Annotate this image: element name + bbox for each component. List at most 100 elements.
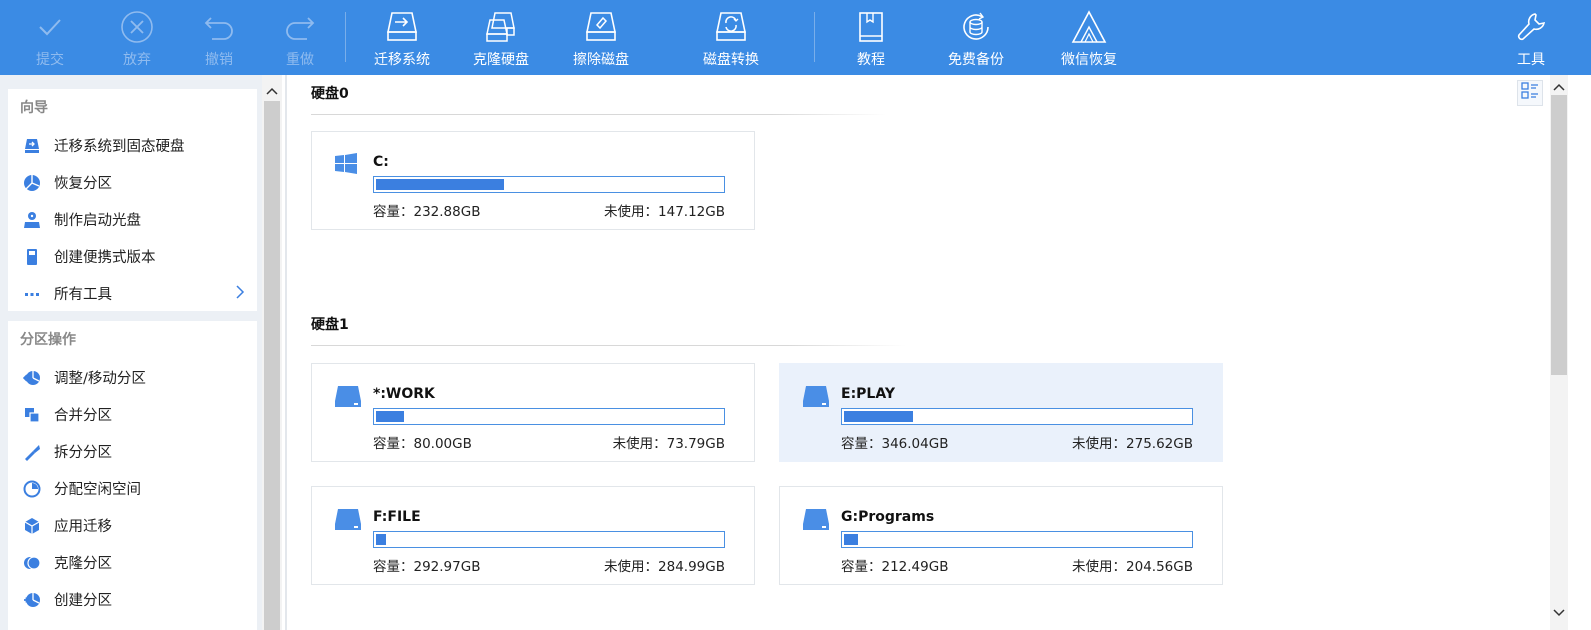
toolbar: 提交 放弃 撤销 重做 迁移系统 克隆硬盘 擦除磁盘 磁盘转换 教程 免费备份 … — [0, 0, 1591, 75]
free-text: 未使用：204.56GB — [1072, 555, 1193, 575]
capacity-label: 容量： — [373, 436, 414, 452]
capacity-label: 容量： — [841, 559, 882, 575]
free-text: 未使用：147.12GB — [604, 200, 725, 220]
partition-card[interactable]: F:FILE 容量：292.97GB 未使用：284.99GB — [311, 486, 755, 585]
migrate-os-icon — [382, 8, 422, 46]
redo-button[interactable]: 重做 — [280, 0, 320, 75]
capacity-value: 212.49GB — [881, 559, 949, 575]
split-icon — [22, 442, 42, 462]
tools-label: 工具 — [1517, 52, 1545, 68]
undo-icon — [199, 8, 239, 46]
commit-label: 提交 — [36, 52, 64, 68]
create-partition-icon — [22, 590, 42, 610]
app-migrate-icon — [22, 516, 42, 536]
sidebar-item-label: 迁移系统到固态硬盘 — [54, 139, 185, 155]
disk-title: 硬盘1 — [311, 317, 349, 333]
wizard-panel-title: 向导 — [20, 100, 48, 116]
view-toggle-button[interactable] — [1517, 80, 1543, 106]
wipe-disk-icon — [581, 8, 621, 46]
tools-button[interactable]: 工具 — [1513, 0, 1549, 75]
sidebar-scrollbar[interactable] — [262, 75, 282, 630]
partition-name: E:PLAY — [841, 386, 895, 402]
partition-name: F:FILE — [373, 509, 421, 525]
sidebar-item-resize-move[interactable]: 调整/移动分区 — [8, 359, 257, 396]
free-value: 204.56GB — [1126, 559, 1193, 575]
free-value: 284.99GB — [658, 559, 725, 575]
sidebar-item-label: 克隆分区 — [54, 556, 112, 572]
sidebar-item-split[interactable]: 拆分分区 — [8, 433, 257, 470]
tutorial-button[interactable]: 教程 — [853, 0, 889, 75]
partition-card[interactable]: *:WORK 容量：80.00GB 未使用：73.79GB — [311, 363, 755, 462]
sidebar-item-clone-partition[interactable]: 克隆分区 — [8, 544, 257, 581]
disk-title: 硬盘0 — [311, 86, 349, 102]
wizard-panel: 向导 迁移系统到固态硬盘 恢复分区 制作启动光盘 创建便携式版本 所有工具 — [8, 89, 257, 311]
wechat-recovery-label: 微信恢复 — [1061, 52, 1117, 68]
free-value: 275.62GB — [1126, 436, 1193, 452]
scrollbar-thumb[interactable] — [264, 101, 280, 630]
convert-disk-button[interactable]: 磁盘转换 — [701, 0, 761, 75]
capacity-label: 容量： — [841, 436, 882, 452]
boot-disc-icon — [22, 210, 42, 230]
clone-disk-button[interactable]: 克隆硬盘 — [471, 0, 531, 75]
migrate-os-button[interactable]: 迁移系统 — [372, 0, 432, 75]
drive-icon — [802, 509, 830, 535]
wipe-disk-button[interactable]: 擦除磁盘 — [571, 0, 631, 75]
sidebar-item-merge[interactable]: 合并分区 — [8, 396, 257, 433]
usage-bar — [841, 408, 1193, 425]
sidebar-item-label: 创建便携式版本 — [54, 250, 156, 266]
toolbar-divider — [345, 12, 346, 62]
sidebar-item-migrate-ssd[interactable]: 迁移系统到固态硬盘 — [8, 127, 257, 164]
main-scrollbar[interactable] — [1550, 75, 1568, 630]
wechat-recovery-logo-icon — [1069, 8, 1109, 46]
capacity-text: 容量：292.97GB — [373, 555, 480, 575]
sidebar-item-app-migrate[interactable]: 应用迁移 — [8, 507, 257, 544]
partition-name: *:WORK — [373, 386, 435, 402]
resize-icon — [22, 368, 42, 388]
windows-icon — [334, 152, 358, 180]
wrench-icon — [1511, 8, 1551, 46]
scroll-up-icon[interactable] — [1553, 79, 1565, 95]
sidebar-item-label: 拆分分区 — [54, 445, 112, 461]
drive-icon — [334, 386, 362, 412]
capacity-label: 容量： — [373, 204, 414, 220]
usage-bar-fill — [844, 534, 858, 545]
sidebar-item-create-partition[interactable]: 创建分区 — [8, 581, 257, 618]
merge-icon — [22, 405, 42, 425]
partition-name: C: — [373, 154, 389, 170]
scrollbar-thumb[interactable] — [1551, 95, 1567, 375]
partition-card[interactable]: C: 容量：232.88GB 未使用：147.12GB — [311, 131, 755, 230]
partition-card[interactable]: G:Programs 容量：212.49GB 未使用：204.56GB — [779, 486, 1223, 585]
clone-disk-label: 克隆硬盘 — [473, 52, 529, 68]
partition-name: G:Programs — [841, 509, 935, 525]
discard-label: 放弃 — [123, 52, 151, 68]
capacity-value: 232.88GB — [413, 204, 481, 220]
partition-card[interactable]: E:PLAY 容量：346.04GB 未使用：275.62GB — [779, 363, 1223, 462]
sidebar-item-allocate-space[interactable]: 分配空闲空间 — [8, 470, 257, 507]
free-label: 未使用： — [1072, 559, 1127, 575]
usage-bar — [841, 531, 1193, 548]
undo-button[interactable]: 撤销 — [199, 0, 239, 75]
scroll-up-icon[interactable] — [266, 83, 278, 99]
usage-bar-fill — [376, 411, 404, 422]
wipe-disk-label: 擦除磁盘 — [573, 52, 629, 68]
capacity-text: 容量：80.00GB — [373, 432, 472, 452]
capacity-value: 346.04GB — [881, 436, 949, 452]
free-backup-button[interactable]: 免费备份 — [946, 0, 1006, 75]
sidebar-item-label: 所有工具 — [54, 287, 112, 303]
capacity-value: 80.00GB — [413, 436, 472, 452]
free-label: 未使用： — [604, 204, 659, 220]
free-label: 未使用： — [612, 436, 667, 452]
wechat-recovery-button[interactable]: 微信恢复 — [1059, 0, 1119, 75]
sidebar: 向导 迁移系统到固态硬盘 恢复分区 制作启动光盘 创建便携式版本 所有工具 分区… — [0, 75, 262, 630]
scroll-down-icon[interactable] — [1553, 605, 1565, 621]
sidebar-item-portable[interactable]: 创建便携式版本 — [8, 238, 257, 275]
sidebar-item-label: 创建分区 — [54, 593, 112, 609]
sidebar-item-boot-disc[interactable]: 制作启动光盘 — [8, 201, 257, 238]
divider — [311, 345, 906, 346]
undo-label: 撤销 — [205, 52, 233, 68]
sidebar-item-all-tools[interactable]: 所有工具 — [8, 275, 257, 312]
sidebar-item-recover-partition[interactable]: 恢复分区 — [8, 164, 257, 201]
discard-button[interactable]: 放弃 — [117, 0, 157, 75]
commit-button[interactable]: 提交 — [30, 0, 70, 75]
sidebar-item-label: 制作启动光盘 — [54, 213, 141, 229]
